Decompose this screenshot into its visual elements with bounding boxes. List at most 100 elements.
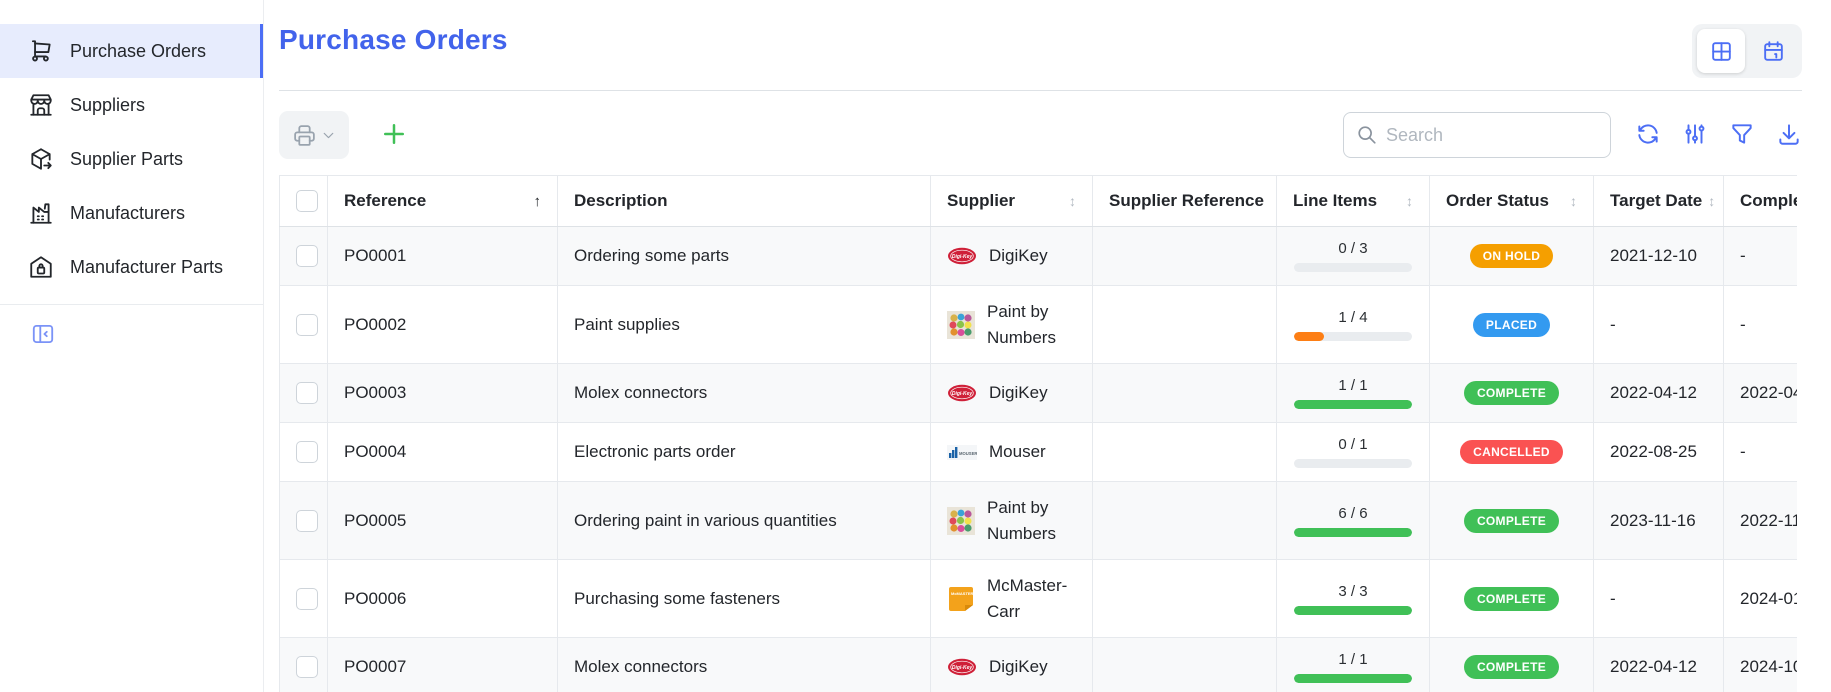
row-checkbox[interactable] <box>296 510 318 532</box>
adjust-columns-icon <box>1682 121 1708 147</box>
add-purchase-order-button[interactable] <box>379 119 409 152</box>
chevron-down-icon <box>320 127 337 144</box>
page-header: Purchase Orders <box>279 24 1802 78</box>
table-row[interactable]: PO0004 Electronic parts order MOUSER Mou… <box>280 423 1798 482</box>
sidebar-item-label: Supplier Parts <box>70 149 183 170</box>
plus-icon <box>379 119 409 149</box>
po-reference: PO0005 <box>328 482 558 560</box>
status-badge: ON HOLD <box>1470 244 1553 268</box>
progress-bar <box>1294 674 1412 683</box>
row-checkbox[interactable] <box>296 588 318 610</box>
table-row[interactable]: PO0002 Paint supplies Paint by Numbers 1… <box>280 286 1798 364</box>
table-row[interactable]: PO0001 Ordering some parts Digi-Key Digi… <box>280 227 1798 286</box>
po-reference: PO0004 <box>328 423 558 482</box>
printer-icon <box>292 123 317 148</box>
supplier-reference <box>1093 560 1277 638</box>
column-header-supplier[interactable]: Supplier↕ <box>931 176 1093 227</box>
status-badge: COMPLETE <box>1464 381 1559 405</box>
status-badge: CANCELLED <box>1460 440 1563 464</box>
supplier-reference <box>1093 482 1277 560</box>
column-header-supplier-reference[interactable]: Supplier Reference <box>1093 176 1277 227</box>
column-header-completion-date[interactable]: Comple <box>1724 176 1798 227</box>
line-items-count: 6 / 6 <box>1293 505 1413 522</box>
row-checkbox[interactable] <box>296 656 318 678</box>
table-header-row: Reference↑ Description Supplier↕ Supplie… <box>280 176 1798 227</box>
status-badge: COMPLETE <box>1464 587 1559 611</box>
print-button[interactable] <box>279 111 349 159</box>
status-badge: PLACED <box>1473 313 1550 337</box>
svg-text:Digi-Key: Digi-Key <box>952 254 973 260</box>
completion-date: 2024-01 <box>1724 560 1798 638</box>
po-description: Molex connectors <box>558 364 931 423</box>
calendar-view-button[interactable] <box>1749 29 1797 73</box>
target-date: 2021-12-10 <box>1594 227 1724 286</box>
row-checkbox[interactable] <box>296 245 318 267</box>
table-view-icon <box>1709 39 1734 64</box>
column-header-order-status[interactable]: Order Status↕ <box>1430 176 1594 227</box>
refresh-icon <box>1635 121 1661 147</box>
select-all-checkbox[interactable] <box>296 190 318 212</box>
digikey-logo: Digi-Key <box>947 247 977 265</box>
target-date: - <box>1594 560 1724 638</box>
line-items-count: 1 / 1 <box>1293 377 1413 394</box>
row-checkbox[interactable] <box>296 382 318 404</box>
table-row[interactable]: PO0005 Ordering paint in various quantit… <box>280 482 1798 560</box>
po-description: Molex connectors <box>558 638 931 692</box>
adjust-columns-button[interactable] <box>1682 121 1708 150</box>
page-title: Purchase Orders <box>279 24 508 56</box>
sidebar-item-manufacturer-parts[interactable]: Manufacturer Parts <box>0 240 263 294</box>
column-header-target-date[interactable]: Target Date↕ <box>1594 176 1724 227</box>
table-row[interactable]: PO0007 Molex connectors Digi-Key DigiKey… <box>280 638 1798 692</box>
sidebar-item-purchase-orders[interactable]: Purchase Orders <box>0 24 263 78</box>
po-reference: PO0003 <box>328 364 558 423</box>
po-description: Electronic parts order <box>558 423 931 482</box>
supplier-name: Paint by Numbers <box>987 299 1076 350</box>
column-header-description[interactable]: Description <box>558 176 931 227</box>
supplier-name: DigiKey <box>989 380 1048 406</box>
search-icon <box>1356 124 1378 146</box>
filter-button[interactable] <box>1729 121 1755 150</box>
supplier-reference <box>1093 638 1277 692</box>
digikey-logo: Digi-Key <box>947 384 977 402</box>
svg-text:McMASTER: McMASTER <box>951 591 974 596</box>
po-reference: PO0002 <box>328 286 558 364</box>
table-row[interactable]: PO0006 Purchasing some fasteners McMASTE… <box>280 560 1798 638</box>
view-toggle <box>1692 24 1802 78</box>
sort-icon: ↕ <box>1708 193 1715 209</box>
column-header-reference[interactable]: Reference↑ <box>328 176 558 227</box>
progress-bar <box>1294 528 1412 537</box>
row-checkbox[interactable] <box>296 441 318 463</box>
app: Purchase Orders Suppliers Supplier Parts… <box>0 0 1831 692</box>
sidebar-collapse-icon <box>30 321 56 347</box>
line-items-count: 0 / 1 <box>1293 436 1413 453</box>
filter-icon <box>1729 121 1755 147</box>
paint-by-numbers-logo <box>947 507 975 535</box>
calendar-view-icon <box>1761 39 1786 64</box>
refresh-button[interactable] <box>1635 121 1661 150</box>
warehouse-lock-icon <box>28 254 54 280</box>
table-row[interactable]: PO0003 Molex connectors Digi-Key DigiKey… <box>280 364 1798 423</box>
sidebar-item-label: Purchase Orders <box>70 41 206 62</box>
digikey-logo: Digi-Key <box>947 658 977 676</box>
purchase-orders-table: Reference↑ Description Supplier↕ Supplie… <box>279 175 1797 692</box>
line-items-count: 1 / 4 <box>1293 309 1413 326</box>
sidebar-item-suppliers[interactable]: Suppliers <box>0 78 263 132</box>
po-reference: PO0001 <box>328 227 558 286</box>
progress-bar <box>1294 263 1412 272</box>
sidebar-collapse-button[interactable] <box>30 321 56 350</box>
supplier-reference <box>1093 423 1277 482</box>
completion-date: - <box>1724 286 1798 364</box>
search-input[interactable] <box>1386 125 1598 146</box>
column-header-line-items[interactable]: Line Items↕ <box>1277 176 1430 227</box>
table-view-button[interactable] <box>1697 29 1745 73</box>
target-date: - <box>1594 286 1724 364</box>
select-all-header <box>280 176 328 227</box>
main-content: Purchase Orders <box>264 0 1831 692</box>
search-box <box>1343 112 1611 158</box>
row-checkbox[interactable] <box>296 314 318 336</box>
sort-asc-icon: ↑ <box>534 193 542 210</box>
po-description: Paint supplies <box>558 286 931 364</box>
download-button[interactable] <box>1776 121 1802 150</box>
sidebar-item-manufacturers[interactable]: Manufacturers <box>0 186 263 240</box>
sidebar-item-supplier-parts[interactable]: Supplier Parts <box>0 132 263 186</box>
